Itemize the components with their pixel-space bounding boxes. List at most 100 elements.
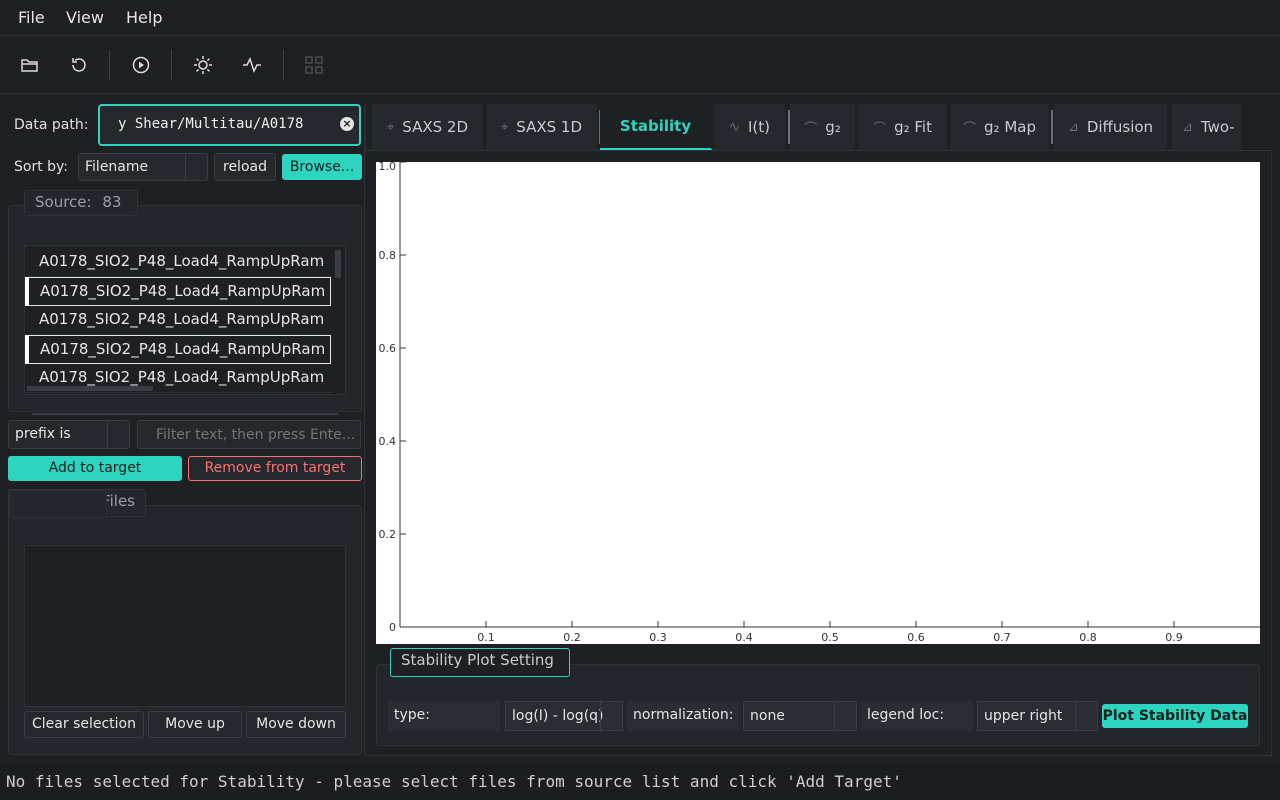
move-down-button[interactable]: Move down (246, 711, 346, 738)
tab-label: Two- (1200, 118, 1235, 136)
crosshair-icon: ⌖ (500, 119, 509, 135)
chevron-down-icon (834, 702, 856, 730)
y-tick-label: 0.6 (379, 342, 397, 355)
add-to-target-button[interactable]: Add to target (8, 456, 182, 481)
tab-two-time[interactable]: ⊿ Two- (1172, 104, 1242, 150)
tab-bar: ⌖ SAXS 2D ⌖ SAXS 1D Stability ∿ I(t) ⌒ g… (370, 104, 1242, 150)
y-tick-label: 1.0 (379, 162, 397, 173)
type-select[interactable]: log(I) - log(q) (505, 701, 623, 731)
crosshair-icon: ⌖ (386, 119, 395, 135)
list-item[interactable]: A0178_SIO2_P48_Load4_RampUpRam (25, 277, 331, 306)
y-tick-label: 0 (389, 621, 396, 634)
source-title: Source: 83 (24, 190, 138, 216)
sort-label: Sort by: (14, 159, 69, 175)
y-tick-label: 0.2 (379, 528, 397, 541)
curve-icon: ⌒ (963, 121, 977, 137)
splitter-handle[interactable] (32, 413, 338, 415)
tab-label: Diffusion (1086, 118, 1154, 136)
line-chart-icon: ⊿ (1067, 119, 1079, 135)
tab-g2[interactable]: ⌒ g₂ (790, 104, 856, 150)
data-path-input[interactable]: y Shear/Multitau/A0178 (98, 104, 361, 146)
tab-stability[interactable]: Stability (600, 104, 712, 150)
status-bar: No files selected for Stability - please… (0, 764, 1280, 800)
line-chart-icon: ⊿ (1182, 119, 1193, 135)
legend-loc-label: legend loc: (861, 701, 973, 731)
y-tick-label: 0.4 (379, 435, 397, 448)
list-item[interactable]: A0178_SIO2_P48_Load4_RampUpRam (25, 306, 331, 335)
x-tick-label: 0.6 (907, 631, 925, 644)
settings-title: Stability Plot Setting (390, 648, 570, 677)
x-tick-label: 0.3 (649, 631, 667, 644)
toolbar (0, 36, 1280, 94)
source-count: 83 (102, 193, 122, 211)
chevron-down-icon (107, 421, 129, 448)
list-item[interactable]: A0178_SIO2_P48_Load4_RampUpRam (25, 335, 331, 364)
plot-canvas: 0 0.2 0.4 0.6 0.8 1.0 0.1 0.2 0.3 0.4 0.5 0.6 0.7 0.… (379, 162, 1260, 644)
menu-bar: File View Help (0, 0, 1280, 36)
curve-icon: ⌒ (804, 121, 818, 137)
x-tick-label: 0.2 (563, 631, 581, 644)
y-tick-label: 0.8 (379, 249, 397, 262)
horizontal-scrollbar[interactable] (27, 386, 153, 391)
filter-mode-select[interactable]: prefix is (8, 420, 130, 449)
x-tick-label: 0.1 (477, 631, 495, 644)
tab-g2-map[interactable]: ⌒ g₂ Map (950, 104, 1050, 150)
vertical-scrollbar[interactable] (335, 250, 341, 278)
sort-select-value: Filename (85, 159, 149, 175)
target-title-overlay (9, 490, 107, 518)
sort-select[interactable]: Filename (78, 153, 208, 181)
brightness-icon[interactable] (190, 52, 216, 78)
browse-button[interactable]: Browse... (282, 154, 362, 180)
tab-saxs-2d[interactable]: ⌖ SAXS 2D (372, 104, 484, 150)
tab-label: SAXS 2D (402, 118, 469, 136)
normalization-label: normalization: (627, 701, 739, 731)
chevron-down-icon (600, 702, 622, 730)
chevron-down-icon (1075, 702, 1097, 730)
normalization-select-value: none (750, 708, 785, 724)
refresh-icon[interactable] (66, 52, 92, 78)
clear-path-icon[interactable]: × (340, 117, 354, 131)
legend-loc-select-value: upper right (984, 708, 1063, 724)
remove-from-target-button[interactable]: Remove from target (188, 456, 362, 481)
tab-intensity-time[interactable]: ∿ I(t) (714, 104, 786, 150)
tab-label: I(t) (747, 118, 770, 136)
type-select-value: log(I) - log(q) (512, 708, 604, 724)
tab-diffusion[interactable]: ⊿ Diffusion (1054, 104, 1168, 150)
x-tick-label: 0.7 (993, 631, 1011, 644)
menu-file[interactable]: File (18, 8, 45, 27)
tab-g2-fit[interactable]: ⌒ g₂ Fit (858, 104, 948, 150)
stability-plot[interactable]: 0 0.2 0.4 0.6 0.8 1.0 0.1 0.2 0.3 0.4 0.5 0.6 0.7 0.… (376, 162, 1260, 644)
folder-open-icon[interactable] (17, 52, 43, 78)
x-tick-label: 0.5 (821, 631, 839, 644)
menu-help[interactable]: Help (126, 8, 162, 27)
type-label: type: (388, 701, 500, 731)
filter-mode-value: prefix is (15, 426, 71, 442)
x-tick-label: 0.4 (735, 631, 753, 644)
source-list[interactable]: A0178_SIO2_P48_Load4_RampUpRam A0178_SIO… (24, 245, 346, 395)
pulse-icon[interactable] (239, 52, 265, 78)
tab-label: g₂ (825, 118, 841, 136)
curve-icon: ⌒ (873, 121, 887, 137)
x-tick-label: 0.9 (1165, 631, 1183, 644)
tab-label: g₂ Map (984, 118, 1036, 136)
pulse-icon: ∿ (729, 119, 740, 135)
chevron-down-icon (185, 154, 207, 180)
menu-view[interactable]: View (66, 8, 104, 27)
tab-label: Stability (619, 117, 692, 135)
x-tick-label: 0.8 (1079, 631, 1097, 644)
tab-saxs-1d[interactable]: ⌖ SAXS 1D (486, 104, 598, 150)
normalization-select[interactable]: none (743, 701, 857, 731)
reload-button[interactable]: reload (214, 153, 276, 181)
source-title-label: Source: (35, 193, 92, 211)
clear-selection-button[interactable]: Clear selection (24, 711, 144, 738)
tab-label: SAXS 1D (516, 118, 583, 136)
target-list[interactable] (24, 545, 346, 707)
play-icon[interactable] (128, 52, 154, 78)
list-item[interactable]: A0178_SIO2_P48_Load4_RampUpRam (25, 248, 331, 277)
plot-stability-button[interactable]: Plot Stability Data (1102, 704, 1248, 728)
tab-label: g₂ Fit (894, 118, 932, 136)
move-up-button[interactable]: Move up (148, 711, 242, 738)
legend-loc-select[interactable]: upper right (977, 701, 1098, 731)
data-path-label: Data path: (14, 117, 89, 133)
filter-input[interactable] (137, 420, 361, 449)
